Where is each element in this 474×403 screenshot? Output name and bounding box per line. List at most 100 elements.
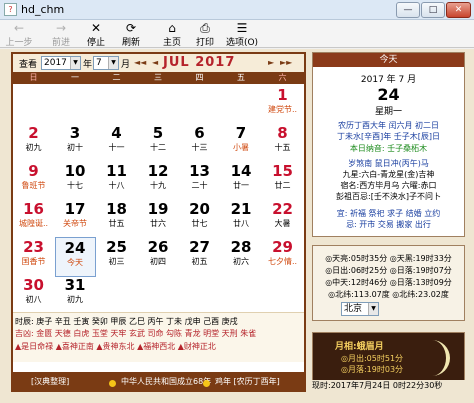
year-select[interactable]: 2017 ▼ bbox=[41, 56, 81, 70]
refresh-button[interactable]: ⟳ 刷新 bbox=[114, 21, 148, 48]
day-cell[interactable]: 2 初九 bbox=[13, 123, 54, 163]
lunar-label: 今天 bbox=[67, 258, 83, 267]
day-cell[interactable]: 21 廿八 bbox=[221, 199, 262, 239]
day-cell[interactable]: 4 十一 bbox=[96, 123, 137, 163]
today-info-box: 今天 2017 年 7 月 24 星期一 农历丁酉大年 闰六月 初二日 丁未水[… bbox=[312, 52, 465, 237]
day-cell[interactable]: 29 七夕情.. bbox=[262, 237, 303, 277]
day-cell[interactable]: 3 初十 bbox=[55, 123, 96, 163]
lunar-label: 十九 bbox=[150, 181, 166, 190]
prev-year-button[interactable]: ◄◄ bbox=[134, 58, 146, 67]
day-cell[interactable]: 7 小暑 bbox=[221, 123, 262, 163]
avoid-list: 忌: 开市 交易 搬家 出行 bbox=[346, 220, 431, 229]
day-number: 26 bbox=[147, 238, 169, 256]
day-cell[interactable]: 25 初三 bbox=[96, 237, 137, 277]
weekday-label: 三 bbox=[154, 73, 162, 82]
current-time: 现时:2017年7月24日 0时22分30秒 bbox=[312, 381, 443, 390]
day-cell[interactable]: 8 十五 bbox=[262, 123, 303, 163]
day-cell[interactable]: 11 十八 bbox=[96, 161, 137, 201]
lunar-label: 廿六 bbox=[150, 219, 166, 228]
day-cell[interactable]: 13 二十 bbox=[179, 161, 220, 201]
day-number: 9 bbox=[28, 162, 39, 180]
month-select[interactable]: 7 ▼ bbox=[93, 56, 119, 70]
lunar-label: 鲁班节 bbox=[21, 181, 46, 190]
lunar-label: 初九 bbox=[67, 295, 83, 304]
moonrise: ◎月出:05时51分 bbox=[341, 354, 404, 363]
lunar-label: 七夕情.. bbox=[267, 257, 298, 266]
city-select[interactable]: 北京 ▼ bbox=[341, 302, 379, 316]
prev-month-button[interactable]: ◄ bbox=[152, 58, 158, 67]
maximize-button[interactable]: □ bbox=[421, 2, 445, 18]
day-cell[interactable]: 10 十七 bbox=[55, 161, 96, 201]
home-button[interactable]: ⌂ 主页 bbox=[155, 21, 189, 48]
weekday-label: 一 bbox=[71, 73, 79, 82]
day-number: 12 bbox=[147, 162, 169, 180]
stop-button[interactable]: ✕ 停止 bbox=[79, 21, 113, 48]
chevron-down-icon: ▼ bbox=[368, 303, 378, 315]
lunar-label: 初八 bbox=[25, 295, 42, 304]
day-number: 25 bbox=[106, 238, 127, 256]
day-cell[interactable]: 14 廿一 bbox=[221, 161, 262, 201]
day-cell[interactable]: 31 初九 bbox=[55, 275, 96, 315]
lunar-label: 大暑 bbox=[274, 219, 291, 228]
close-button[interactable]: ✕ bbox=[446, 2, 471, 18]
lunar-label: 廿八 bbox=[233, 219, 249, 228]
day-cell[interactable]: 30 初八 bbox=[13, 275, 54, 315]
day-number: 3 bbox=[69, 124, 81, 142]
day-number: 5 bbox=[152, 124, 164, 142]
day-number: 24 bbox=[64, 239, 86, 257]
next-year-button[interactable]: ►► bbox=[280, 58, 292, 67]
day-cell[interactable]: 18 廿五 bbox=[96, 199, 137, 239]
nine-star: 九星:六白-青龙星(金)吉神 bbox=[342, 170, 435, 179]
day-cell[interactable]: 20 廿七 bbox=[179, 199, 220, 239]
footer-year: 鸡年 [农历丁酉年] bbox=[215, 377, 280, 386]
forward-label: 前进 bbox=[51, 38, 70, 48]
day-number: 18 bbox=[106, 200, 127, 218]
day-cell[interactable]: 6 十三 bbox=[179, 123, 220, 163]
day-cell[interactable]: 27 初五 bbox=[179, 237, 220, 277]
lunar-label: 十一 bbox=[108, 143, 125, 152]
print-button[interactable]: ⎙ 打印 bbox=[188, 21, 222, 48]
day-cell[interactable]: 19 廿六 bbox=[138, 199, 179, 239]
calendar: 查看 2017 ▼ 年 7 ▼ 月 ◄◄ ◄ JUL 2017 ► ►► 日一二三四… bbox=[11, 52, 306, 392]
day-cell[interactable]: 15 廿二 bbox=[262, 161, 303, 201]
lunar-label: 十三 bbox=[191, 143, 208, 152]
moonset: ◎月落:19时03分 bbox=[341, 365, 404, 374]
lunar-label: 十二 bbox=[150, 143, 166, 152]
options-button[interactable]: ☰ 选项(O) bbox=[222, 21, 262, 48]
day-number: 2 bbox=[28, 124, 39, 142]
minimize-button[interactable]: — bbox=[396, 2, 420, 18]
day-cell[interactable]: 26 初四 bbox=[138, 237, 179, 277]
refresh-label: 刷新 bbox=[121, 38, 140, 48]
day-cell[interactable]: 5 十二 bbox=[138, 123, 179, 163]
day-number: 23 bbox=[23, 238, 44, 256]
suitable-list: 宜: 祈福 祭祀 求子 结婚 立约 bbox=[336, 209, 441, 218]
forward-button[interactable]: → 前进 bbox=[44, 21, 78, 48]
lunar-label: 廿七 bbox=[191, 219, 208, 228]
coordinates: ◎北纬:113.07度 ◎北纬:23.02度 bbox=[328, 290, 449, 299]
lunar-label: 二十 bbox=[191, 181, 208, 190]
back-button[interactable]: ← 上一步 bbox=[2, 21, 36, 48]
footer-anniversary: 中华人民共和国成立68年 bbox=[121, 377, 212, 386]
day-number: 27 bbox=[189, 238, 210, 256]
day-cell[interactable]: 28 初六 bbox=[221, 237, 262, 277]
month-value: 7 bbox=[96, 58, 102, 68]
day-cell[interactable]: 9 鲁班节 bbox=[13, 161, 54, 201]
day-cell[interactable]: 17 关帝节 bbox=[55, 199, 96, 239]
today-panel: 今天 2017 年 7 月 24 星期一 农历丁酉大年 闰六月 初二日 丁未水[… bbox=[312, 52, 465, 392]
moon-phase: 月相:蛾眉月 bbox=[335, 342, 384, 352]
refresh-icon: ⟳ bbox=[125, 21, 137, 35]
month-title: JUL 2017 bbox=[163, 55, 236, 70]
view-label: 查看 bbox=[19, 60, 38, 70]
day-cell[interactable]: 1 建党节.. bbox=[262, 85, 303, 125]
day-cell[interactable]: 22 大暑 bbox=[262, 199, 303, 239]
day-cell[interactable]: 12 十九 bbox=[138, 161, 179, 201]
zodiac-clash: 岁煞南 鼠日冲(丙午)马 bbox=[348, 159, 429, 168]
day-cell[interactable]: 24 今天 bbox=[54, 237, 96, 277]
next-month-button[interactable]: ► bbox=[268, 58, 274, 67]
day-cell[interactable]: 23 国香节 bbox=[13, 237, 54, 277]
print-icon: ⎙ bbox=[200, 21, 210, 35]
home-icon: ⌂ bbox=[168, 21, 176, 35]
today-weekday: 星期一 bbox=[374, 107, 402, 117]
toolbar: ← 上一步 → 前进 ✕ 停止 ⟳ 刷新 ⌂ 主页 ⎙ 打印 ☰ 选项(O) bbox=[0, 20, 474, 48]
day-cell[interactable]: 16 城隍诞.. bbox=[13, 199, 54, 239]
